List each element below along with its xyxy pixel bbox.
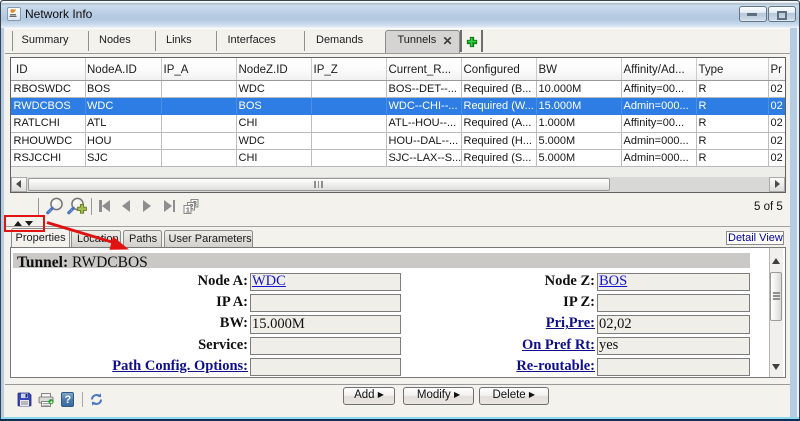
- svg-text:1: 1: [186, 205, 190, 214]
